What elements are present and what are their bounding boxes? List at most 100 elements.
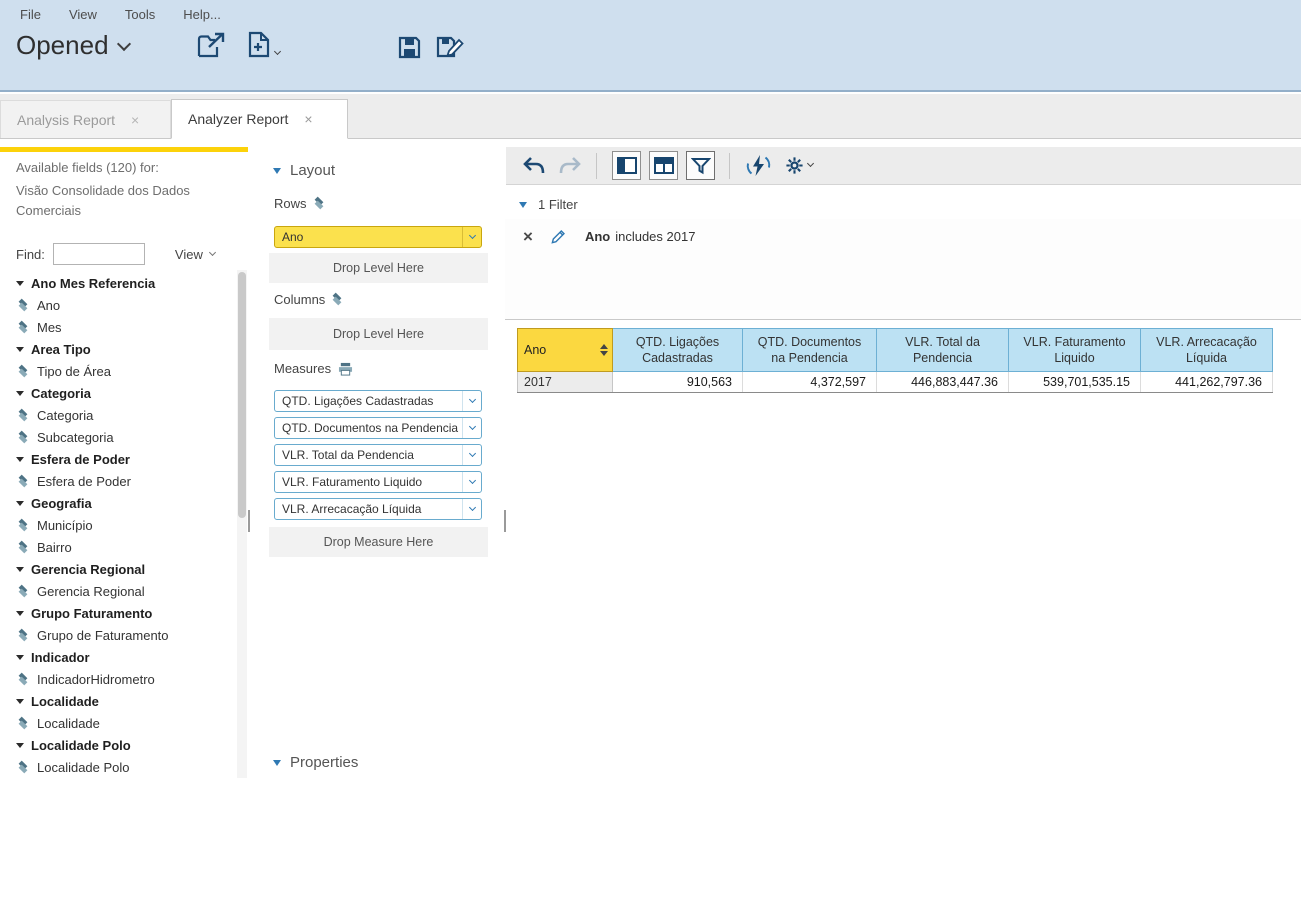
properties-section-header[interactable]: Properties — [273, 754, 358, 771]
field-item[interactable]: Localidade Polo — [0, 756, 236, 778]
field-group[interactable]: Grupo Faturamento — [0, 602, 236, 624]
view-table-button[interactable] — [612, 151, 641, 180]
measure-chip-label: QTD. Documentos na Pendencia — [275, 421, 462, 435]
collapse-icon — [16, 611, 24, 616]
measure-chip[interactable]: VLR. Arrecacação Líquida — [274, 498, 482, 520]
measure-chip-label: VLR. Faturamento Liquido — [275, 475, 462, 489]
view-pivot-button[interactable] — [649, 151, 678, 180]
field-item[interactable]: Esfera de Poder — [0, 470, 236, 492]
fields-panel-title: Available fields (120) for: — [16, 160, 159, 175]
field-group[interactable]: Categoria — [0, 382, 236, 404]
report-options-button[interactable] — [785, 156, 813, 175]
field-group[interactable]: Gerencia Regional — [0, 558, 236, 580]
field-item[interactable]: Ano — [0, 294, 236, 316]
measure-chip[interactable]: VLR. Faturamento Liquido — [274, 471, 482, 493]
menu-tools[interactable]: Tools — [125, 7, 155, 22]
accent-bar — [0, 147, 248, 152]
field-item[interactable]: IndicadorHidrometro — [0, 668, 236, 690]
open-file-button[interactable] — [196, 32, 226, 59]
field-group[interactable]: Esfera de Poder — [0, 448, 236, 470]
measure-column-header[interactable]: QTD. Documentos na Pendencia — [743, 329, 877, 372]
chevron-down-icon — [274, 48, 281, 55]
fields-scrollbar[interactable] — [237, 270, 247, 778]
chip-menu-button[interactable] — [462, 391, 481, 411]
close-icon[interactable]: × — [131, 112, 139, 128]
tab-analysis-report[interactable]: Analysis Report × — [0, 100, 171, 138]
field-item[interactable]: Município — [0, 514, 236, 536]
auto-refresh-button[interactable] — [745, 154, 772, 177]
field-group[interactable]: Indicador — [0, 646, 236, 668]
panel-splitter[interactable] — [247, 139, 251, 782]
measure-column-header[interactable]: QTD. Ligações Cadastradas — [613, 329, 743, 372]
row-header-cell[interactable]: 2017 — [518, 372, 613, 393]
undo-button[interactable] — [522, 156, 546, 176]
save-icon — [398, 36, 421, 59]
column-header-ano[interactable]: Ano — [518, 329, 613, 372]
collapse-icon — [16, 501, 24, 506]
field-item[interactable]: Categoria — [0, 404, 236, 426]
find-label: Find: — [16, 247, 45, 262]
measure-column-header[interactable]: VLR. Total da Pendencia — [877, 329, 1009, 372]
measure-column-header[interactable]: VLR. Arrecacação Líquida — [1141, 329, 1273, 372]
chip-menu-button[interactable] — [462, 227, 481, 247]
field-group[interactable]: Localidade — [0, 690, 236, 712]
columns-label: Columns — [274, 292, 344, 307]
measures-drop-zone[interactable]: Drop Measure Here — [269, 527, 488, 557]
columns-label-text: Columns — [274, 292, 325, 307]
opened-label: Opened — [16, 30, 109, 61]
find-input[interactable] — [53, 243, 145, 265]
save-button[interactable] — [398, 36, 421, 59]
measure-chip[interactable]: VLR. Total da Pendencia — [274, 444, 482, 466]
field-item[interactable]: Tipo de Área — [0, 360, 236, 382]
field-group[interactable]: Geografia — [0, 492, 236, 514]
field-group[interactable]: Ano Mes Referencia — [0, 272, 236, 294]
chip-menu-button[interactable] — [462, 445, 481, 465]
new-report-button[interactable] — [247, 31, 280, 58]
collapse-icon — [16, 567, 24, 572]
field-item[interactable]: Bairro — [0, 536, 236, 558]
save-as-button[interactable] — [436, 34, 465, 59]
close-icon[interactable]: × — [304, 111, 312, 127]
chip-menu-button[interactable] — [462, 418, 481, 438]
field-item[interactable]: Mes — [0, 316, 236, 338]
field-item-label: Grupo de Faturamento — [37, 628, 169, 643]
layout-section-header[interactable]: Layout — [273, 162, 335, 179]
collapse-icon — [16, 699, 24, 704]
refresh-icon — [745, 154, 772, 177]
rows-drop-zone[interactable]: Drop Level Here — [269, 253, 488, 283]
opened-dropdown[interactable]: Opened — [16, 30, 129, 61]
value-cell: 539,701,535.15 — [1009, 372, 1141, 393]
measure-chip[interactable]: QTD. Documentos na Pendencia — [274, 417, 482, 439]
chip-menu-button[interactable] — [462, 499, 481, 519]
show-filters-button[interactable] — [686, 151, 715, 180]
menu-help[interactable]: Help... — [183, 7, 221, 22]
edit-filter-icon[interactable] — [550, 228, 567, 245]
menu-file[interactable]: File — [20, 7, 41, 22]
level-icon — [18, 585, 30, 598]
level-icon — [18, 409, 30, 422]
tab-analyzer-report[interactable]: Analyzer Report × — [171, 99, 348, 139]
gear-icon — [785, 156, 804, 175]
columns-drop-zone[interactable]: Drop Level Here — [269, 318, 488, 350]
field-item[interactable]: Subcategoria — [0, 426, 236, 448]
redo-button[interactable] — [558, 156, 582, 176]
collapse-icon — [16, 457, 24, 462]
collapse-icon — [273, 760, 281, 766]
field-item[interactable]: Localidade — [0, 712, 236, 734]
field-item[interactable]: Gerencia Regional — [0, 580, 236, 602]
field-group[interactable]: Localidade Polo — [0, 734, 236, 756]
filters-summary[interactable]: 1 Filter — [519, 197, 578, 212]
field-group-label: Grupo Faturamento — [31, 606, 152, 621]
row-chip-ano[interactable]: Ano — [274, 226, 482, 248]
field-item[interactable]: Grupo de Faturamento — [0, 624, 236, 646]
measure-column-header[interactable]: VLR. Faturamento Liquido — [1009, 329, 1141, 372]
level-icon — [18, 365, 30, 378]
chip-menu-button[interactable] — [462, 472, 481, 492]
measure-chip[interactable]: QTD. Ligações Cadastradas — [274, 390, 482, 412]
field-group[interactable]: Area Tipo — [0, 338, 236, 360]
level-icon — [18, 519, 30, 532]
view-dropdown[interactable]: View — [175, 247, 215, 262]
menu-view[interactable]: View — [69, 7, 97, 22]
remove-filter-icon[interactable]: × — [523, 230, 533, 244]
scrollbar-thumb[interactable] — [238, 272, 246, 518]
